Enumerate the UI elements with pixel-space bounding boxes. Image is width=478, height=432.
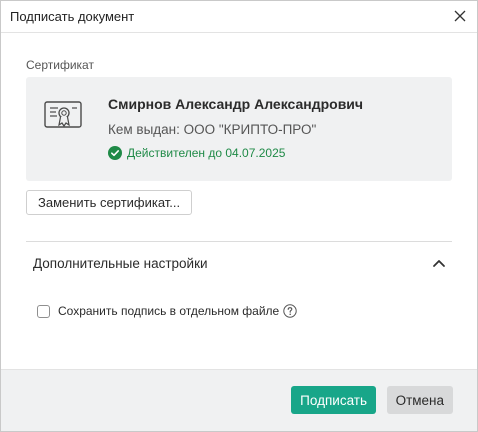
check-circle-icon: [108, 146, 122, 160]
close-icon: [454, 10, 466, 22]
certificate-icon: [44, 101, 82, 128]
save-separate-file-option[interactable]: Сохранить подпись в отдельном файле: [37, 304, 297, 318]
save-separate-file-label: Сохранить подпись в отдельном файле: [58, 304, 280, 318]
title-bar: Подписать документ: [1, 1, 477, 33]
help-icon[interactable]: [283, 304, 297, 318]
advanced-settings-title: Дополнительные настройки: [33, 256, 208, 271]
certificate-issuer: Кем выдан: ООО "КРИПТО-ПРО": [108, 122, 317, 137]
dialog-footer: Подписать Отмена: [1, 369, 477, 431]
advanced-settings-toggle[interactable]: Дополнительные настройки: [26, 244, 452, 282]
chevron-up-icon: [433, 260, 445, 267]
close-button[interactable]: [449, 5, 471, 27]
certificate-card: Смирнов Александр Александрович Кем выда…: [26, 77, 452, 181]
cancel-button[interactable]: Отмена: [386, 386, 453, 414]
certificate-validity: Действителен до 04.07.2025: [108, 146, 285, 160]
sign-button[interactable]: Подписать: [291, 386, 376, 414]
replace-certificate-button[interactable]: Заменить сертификат...: [26, 190, 193, 215]
save-separate-file-checkbox[interactable]: [37, 304, 50, 318]
certificate-owner-name: Смирнов Александр Александрович: [108, 96, 364, 112]
dialog-title: Подписать документ: [10, 9, 135, 24]
certificate-section-label: Сертификат: [26, 58, 94, 72]
sign-document-dialog: Подписать документ Сертификат Смирнов Ал…: [0, 0, 478, 432]
certificate-validity-text: Действителен до 04.07.2025: [127, 146, 286, 160]
section-divider: [26, 241, 452, 242]
